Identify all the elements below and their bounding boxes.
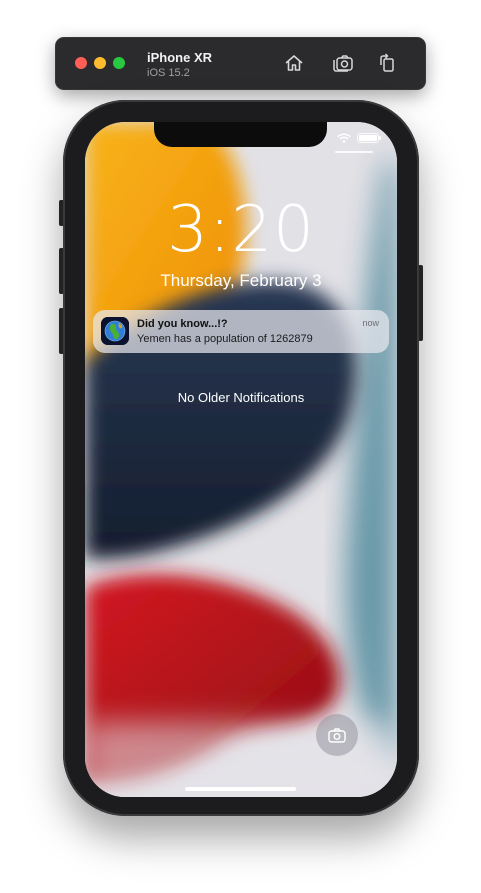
zoom-window-button[interactable] (113, 57, 125, 69)
camera-icon (328, 727, 346, 743)
device-name: iPhone XR (147, 50, 213, 65)
lock-date: Thursday, February 3 (160, 271, 322, 290)
battery-icon (357, 133, 381, 143)
rotate-icon (380, 53, 394, 72)
no-older-notifications: No Older Notifications (177, 390, 305, 405)
wifi-icon (337, 133, 351, 143)
globe-app-icon (101, 317, 129, 345)
simulator-toolbar: iPhone XR iOS 15.2 (55, 37, 426, 90)
home-icon (285, 55, 303, 71)
notification-time: now (362, 318, 379, 328)
notification-title: Did you know...!? (137, 318, 228, 330)
notification-banner[interactable]: Did you know...!? now Yemen has a popula… (93, 310, 389, 353)
home-button[interactable] (282, 51, 306, 75)
notification-body: Yemen has a population of 1262879 (137, 333, 313, 345)
status-bar (337, 133, 381, 143)
screenshot-button[interactable] (331, 51, 355, 75)
home-indicator[interactable] (185, 787, 296, 791)
status-indicator-line (335, 151, 373, 153)
notch (154, 122, 327, 147)
screenshot-icon (333, 55, 353, 72)
minimize-window-button[interactable] (94, 57, 106, 69)
camera-button[interactable] (316, 714, 358, 756)
lock-time: 3:20 (167, 193, 315, 267)
close-window-button[interactable] (75, 57, 87, 69)
rotate-button[interactable] (375, 51, 399, 75)
lock-screen: 3:20 Thursday, February 3 Did you know..… (85, 122, 397, 797)
os-version: iOS 15.2 (147, 67, 190, 79)
